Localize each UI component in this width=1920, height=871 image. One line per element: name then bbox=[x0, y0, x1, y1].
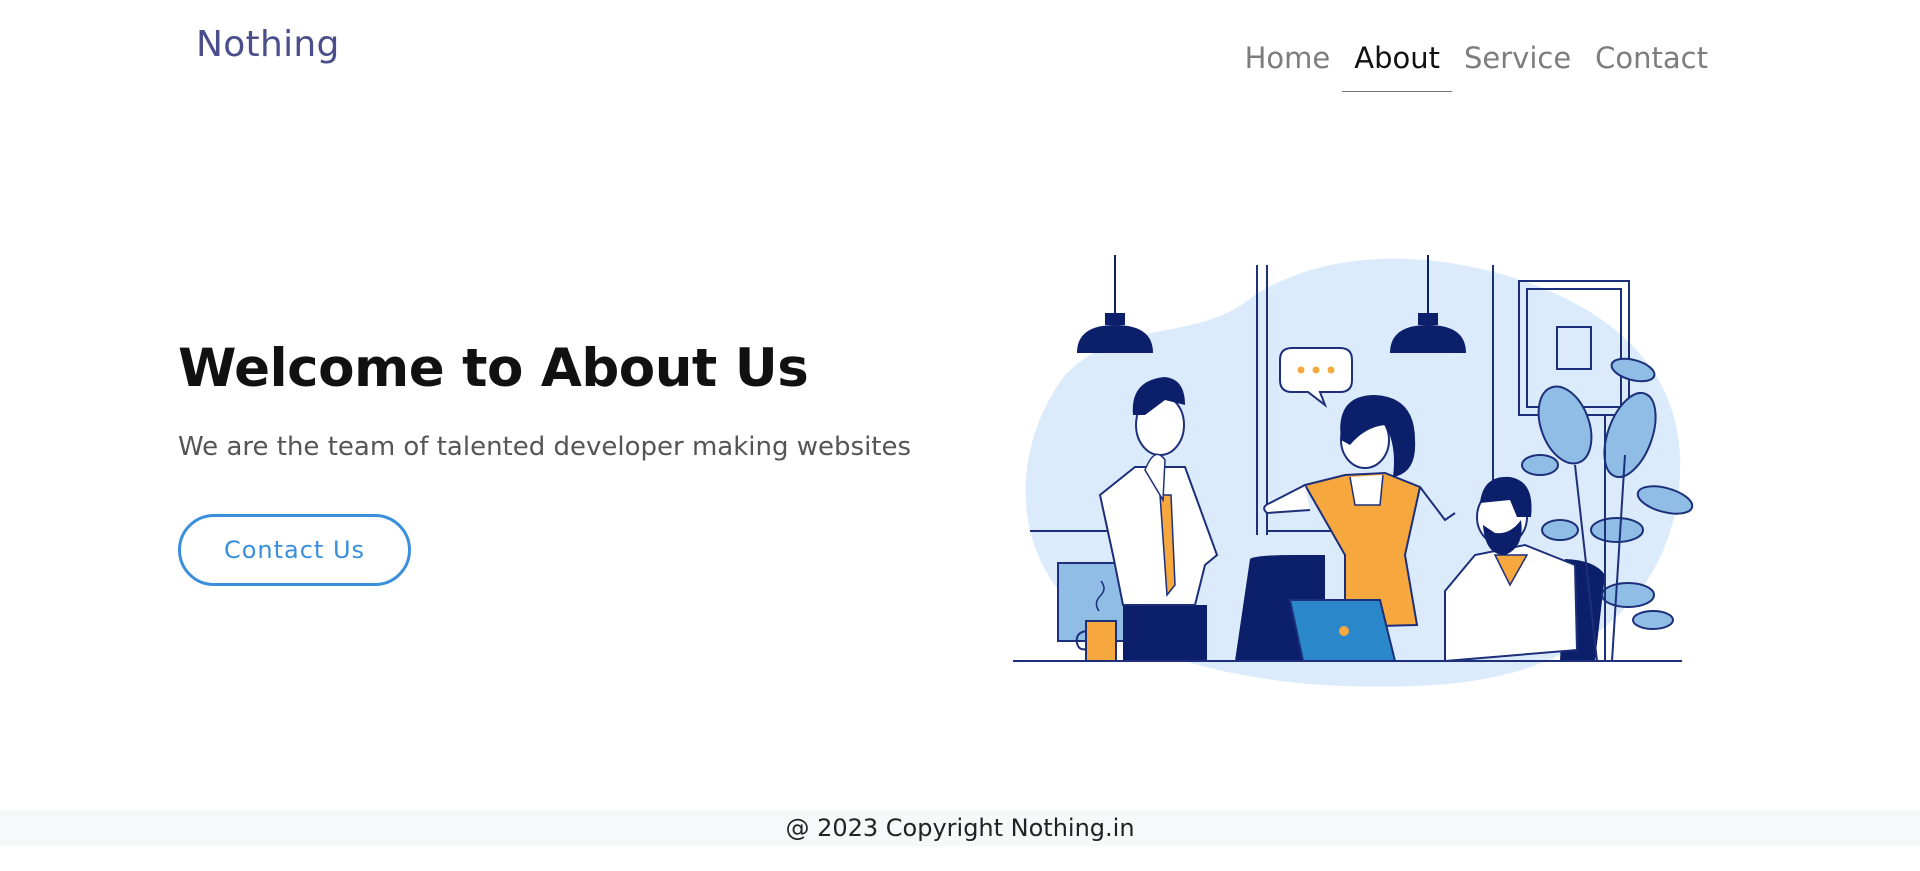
main-nav: Home About Service Contact bbox=[1233, 38, 1720, 92]
laptop-icon bbox=[1288, 599, 1397, 662]
brand-logo-link[interactable]: Nothing bbox=[196, 24, 340, 65]
navbar: Nothing Home About Service Contact bbox=[0, 0, 1920, 100]
contact-us-button[interactable]: Contact Us bbox=[178, 514, 411, 586]
nav-contact-link[interactable]: Contact bbox=[1583, 38, 1720, 92]
monitor-and-mug bbox=[1057, 562, 1125, 662]
nav-about-link[interactable]: About bbox=[1342, 38, 1452, 92]
footer: @ 2023 Copyright Nothing.in bbox=[0, 810, 1920, 846]
hero-subtitle: We are the team of talented developer ma… bbox=[178, 432, 912, 462]
lamp-left bbox=[1077, 255, 1153, 353]
hero-title: Welcome to About Us bbox=[178, 338, 809, 399]
nav-service-link[interactable]: Service bbox=[1452, 38, 1583, 92]
team-meeting-illustration bbox=[1013, 255, 1694, 687]
nav-home-link[interactable]: Home bbox=[1233, 38, 1343, 92]
copyright-text: @ 2023 Copyright Nothing.in bbox=[785, 814, 1135, 842]
